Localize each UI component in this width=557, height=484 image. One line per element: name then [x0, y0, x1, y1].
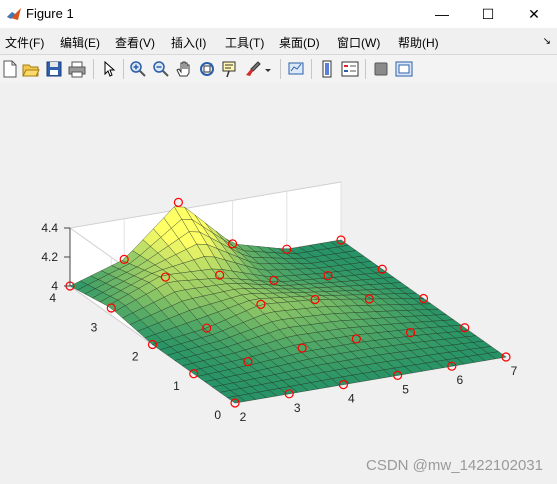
y-tick-label: 1 [173, 379, 180, 393]
new-figure-icon[interactable] [1, 60, 19, 78]
menu-tools[interactable]: 工具(T) [225, 34, 264, 51]
colorbar-icon[interactable] [318, 60, 336, 78]
z-tick-label: 4.4 [41, 221, 58, 235]
menu-insert[interactable]: 插入(I) [171, 34, 206, 51]
y-tick-label: 4 [49, 291, 56, 305]
z-tick-label: 4.2 [41, 250, 58, 264]
menu-window[interactable]: 窗口(W) [337, 34, 380, 51]
brush-dropdown-icon[interactable] [263, 60, 273, 78]
save-icon[interactable] [45, 60, 63, 78]
x-tick-label: 7 [511, 364, 518, 378]
menu-view[interactable]: 查看(V) [115, 34, 155, 51]
window-title: Figure 1 [26, 6, 74, 21]
figure-canvas[interactable]: 2 3 4 5 6 7 0 1 2 3 4 4 4.2 4.4 CSDN @mw_1422102031 [0, 83, 557, 484]
toolbar-separator [280, 59, 281, 79]
menu-file[interactable]: 文件(F) [5, 34, 44, 51]
y-tick-label: 3 [91, 320, 98, 334]
toolbar-separator [365, 59, 366, 79]
matlab-logo-icon [6, 6, 22, 22]
hide-plot-tools-icon[interactable] [372, 60, 390, 78]
rotate-3d-icon[interactable] [198, 60, 216, 78]
legend-icon[interactable] [341, 60, 359, 78]
title-bar: Figure 1 — ☐ ✕ [0, 0, 557, 28]
x-tick-label: 6 [456, 373, 463, 387]
menu-help[interactable]: 帮助(H) [398, 34, 439, 51]
pan-hand-icon[interactable] [175, 60, 193, 78]
z-tick-label: 4 [51, 279, 58, 293]
data-cursor-icon[interactable] [221, 60, 239, 78]
data-point-marker [173, 197, 183, 207]
menu-desktop[interactable]: 桌面(D) [279, 34, 320, 51]
x-tick-label: 2 [240, 410, 247, 424]
close-button[interactable]: ✕ [511, 0, 557, 28]
toolbar-separator [311, 59, 312, 79]
open-file-icon[interactable] [22, 60, 40, 78]
watermark: CSDN @mw_1422102031 [366, 457, 543, 474]
y-tick-label: 0 [214, 408, 221, 422]
x-tick-label: 4 [348, 392, 355, 406]
print-icon[interactable] [68, 60, 86, 78]
figure-toolbar [0, 54, 557, 84]
zoom-in-icon[interactable] [129, 60, 147, 78]
menu-edit[interactable]: 编辑(E) [60, 34, 100, 51]
brush-icon[interactable] [244, 60, 262, 78]
toolbar-separator [123, 59, 124, 79]
x-tick-label: 3 [294, 401, 301, 415]
show-plot-tools-icon[interactable] [395, 60, 413, 78]
select-arrow-icon[interactable] [100, 60, 118, 78]
surface-plot[interactable]: 2345670123444.24.4 [0, 83, 557, 484]
minimize-button[interactable]: — [419, 0, 465, 28]
maximize-button[interactable]: ☐ [465, 0, 511, 28]
zoom-out-icon[interactable] [152, 60, 170, 78]
menu-bar: 文件(F) 编辑(E) 查看(V) 插入(I) 工具(T) 桌面(D) 窗口(W… [0, 28, 557, 54]
x-tick-label: 5 [402, 382, 409, 396]
menu-overflow-icon[interactable]: ↘ [543, 36, 551, 47]
toolbar-separator [93, 59, 94, 79]
link-plot-icon[interactable] [287, 60, 305, 78]
y-tick-label: 2 [132, 350, 139, 364]
